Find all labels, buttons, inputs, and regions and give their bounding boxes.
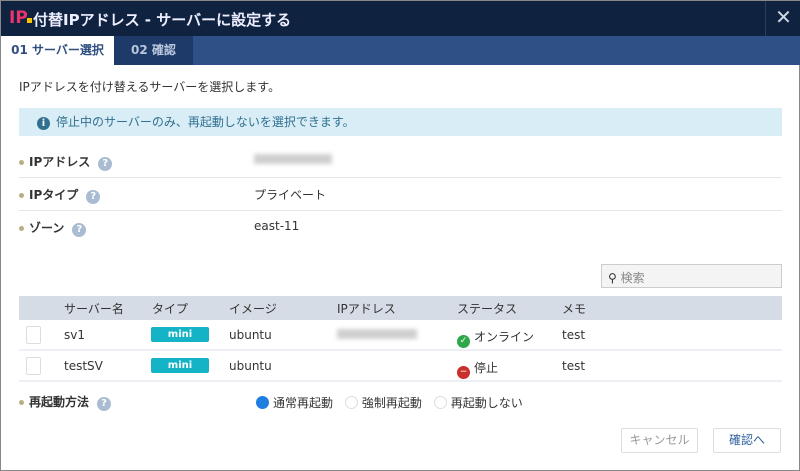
help-icon[interactable]: ?	[97, 397, 112, 411]
tab-server-select[interactable]: 01 サーバー選択	[1, 36, 114, 65]
search-input[interactable]: ⚲ 検索	[601, 264, 782, 288]
help-icon[interactable]: ?	[98, 157, 113, 171]
radio-no-restart[interactable]: 再起動しない	[433, 396, 523, 410]
row-checkbox[interactable]	[26, 357, 41, 375]
help-icon[interactable]: ?	[72, 223, 87, 237]
check-circle-icon: ✓	[457, 335, 470, 348]
radio-normal-restart[interactable]: 通常再起動	[256, 396, 333, 410]
type-badge: mini	[151, 358, 209, 373]
close-icon[interactable]: ✕	[765, 1, 800, 36]
ip-address-value	[254, 153, 332, 167]
ip-address-value	[337, 328, 417, 342]
ip-logo: IP	[9, 8, 32, 28]
stop-circle-icon: −	[457, 366, 470, 379]
table-row[interactable]: testSV mini ubuntu − 停止 test	[19, 351, 782, 382]
restart-options: 通常再起動 強制再起動 再起動しない	[256, 394, 523, 411]
help-icon[interactable]: ?	[86, 190, 101, 204]
info-text: 停止中のサーバーのみ、再起動しないを選択できます。	[56, 115, 355, 129]
type-badge: mini	[151, 327, 209, 342]
restart-method: 再起動方法?	[19, 393, 112, 411]
dialog-titlebar: IP 付替IPアドレス - サーバーに設定する ✕	[1, 1, 800, 36]
info-alert: i 停止中のサーバーのみ、再起動しないを選択できます。	[19, 108, 782, 136]
table-header: サーバー名 タイプ イメージ IPアドレス ステータス メモ	[19, 296, 782, 320]
cancel-button[interactable]: キャンセル	[621, 428, 698, 453]
tab-confirm[interactable]: 02 確認	[114, 36, 193, 65]
field-ip-address: IPアドレス?	[19, 145, 782, 178]
table-row[interactable]: sv1 mini ubuntu ✓ オンライン test	[19, 320, 782, 351]
dialog-title: 付替IPアドレス - サーバーに設定する	[33, 11, 292, 29]
field-ip-type: IPタイプ? プライベート	[19, 178, 782, 211]
description: IPアドレスを付け替えるサーバーを選択します。	[19, 80, 281, 94]
radio-force-restart[interactable]: 強制再起動	[344, 396, 422, 410]
info-icon: i	[37, 117, 50, 130]
row-checkbox[interactable]	[26, 326, 41, 344]
confirm-button[interactable]: 確認へ	[713, 428, 781, 453]
field-zone: ゾーン? east-11	[19, 211, 782, 244]
tab-bar: 01 サーバー選択 02 確認	[1, 36, 800, 65]
search-icon: ⚲	[608, 271, 617, 285]
